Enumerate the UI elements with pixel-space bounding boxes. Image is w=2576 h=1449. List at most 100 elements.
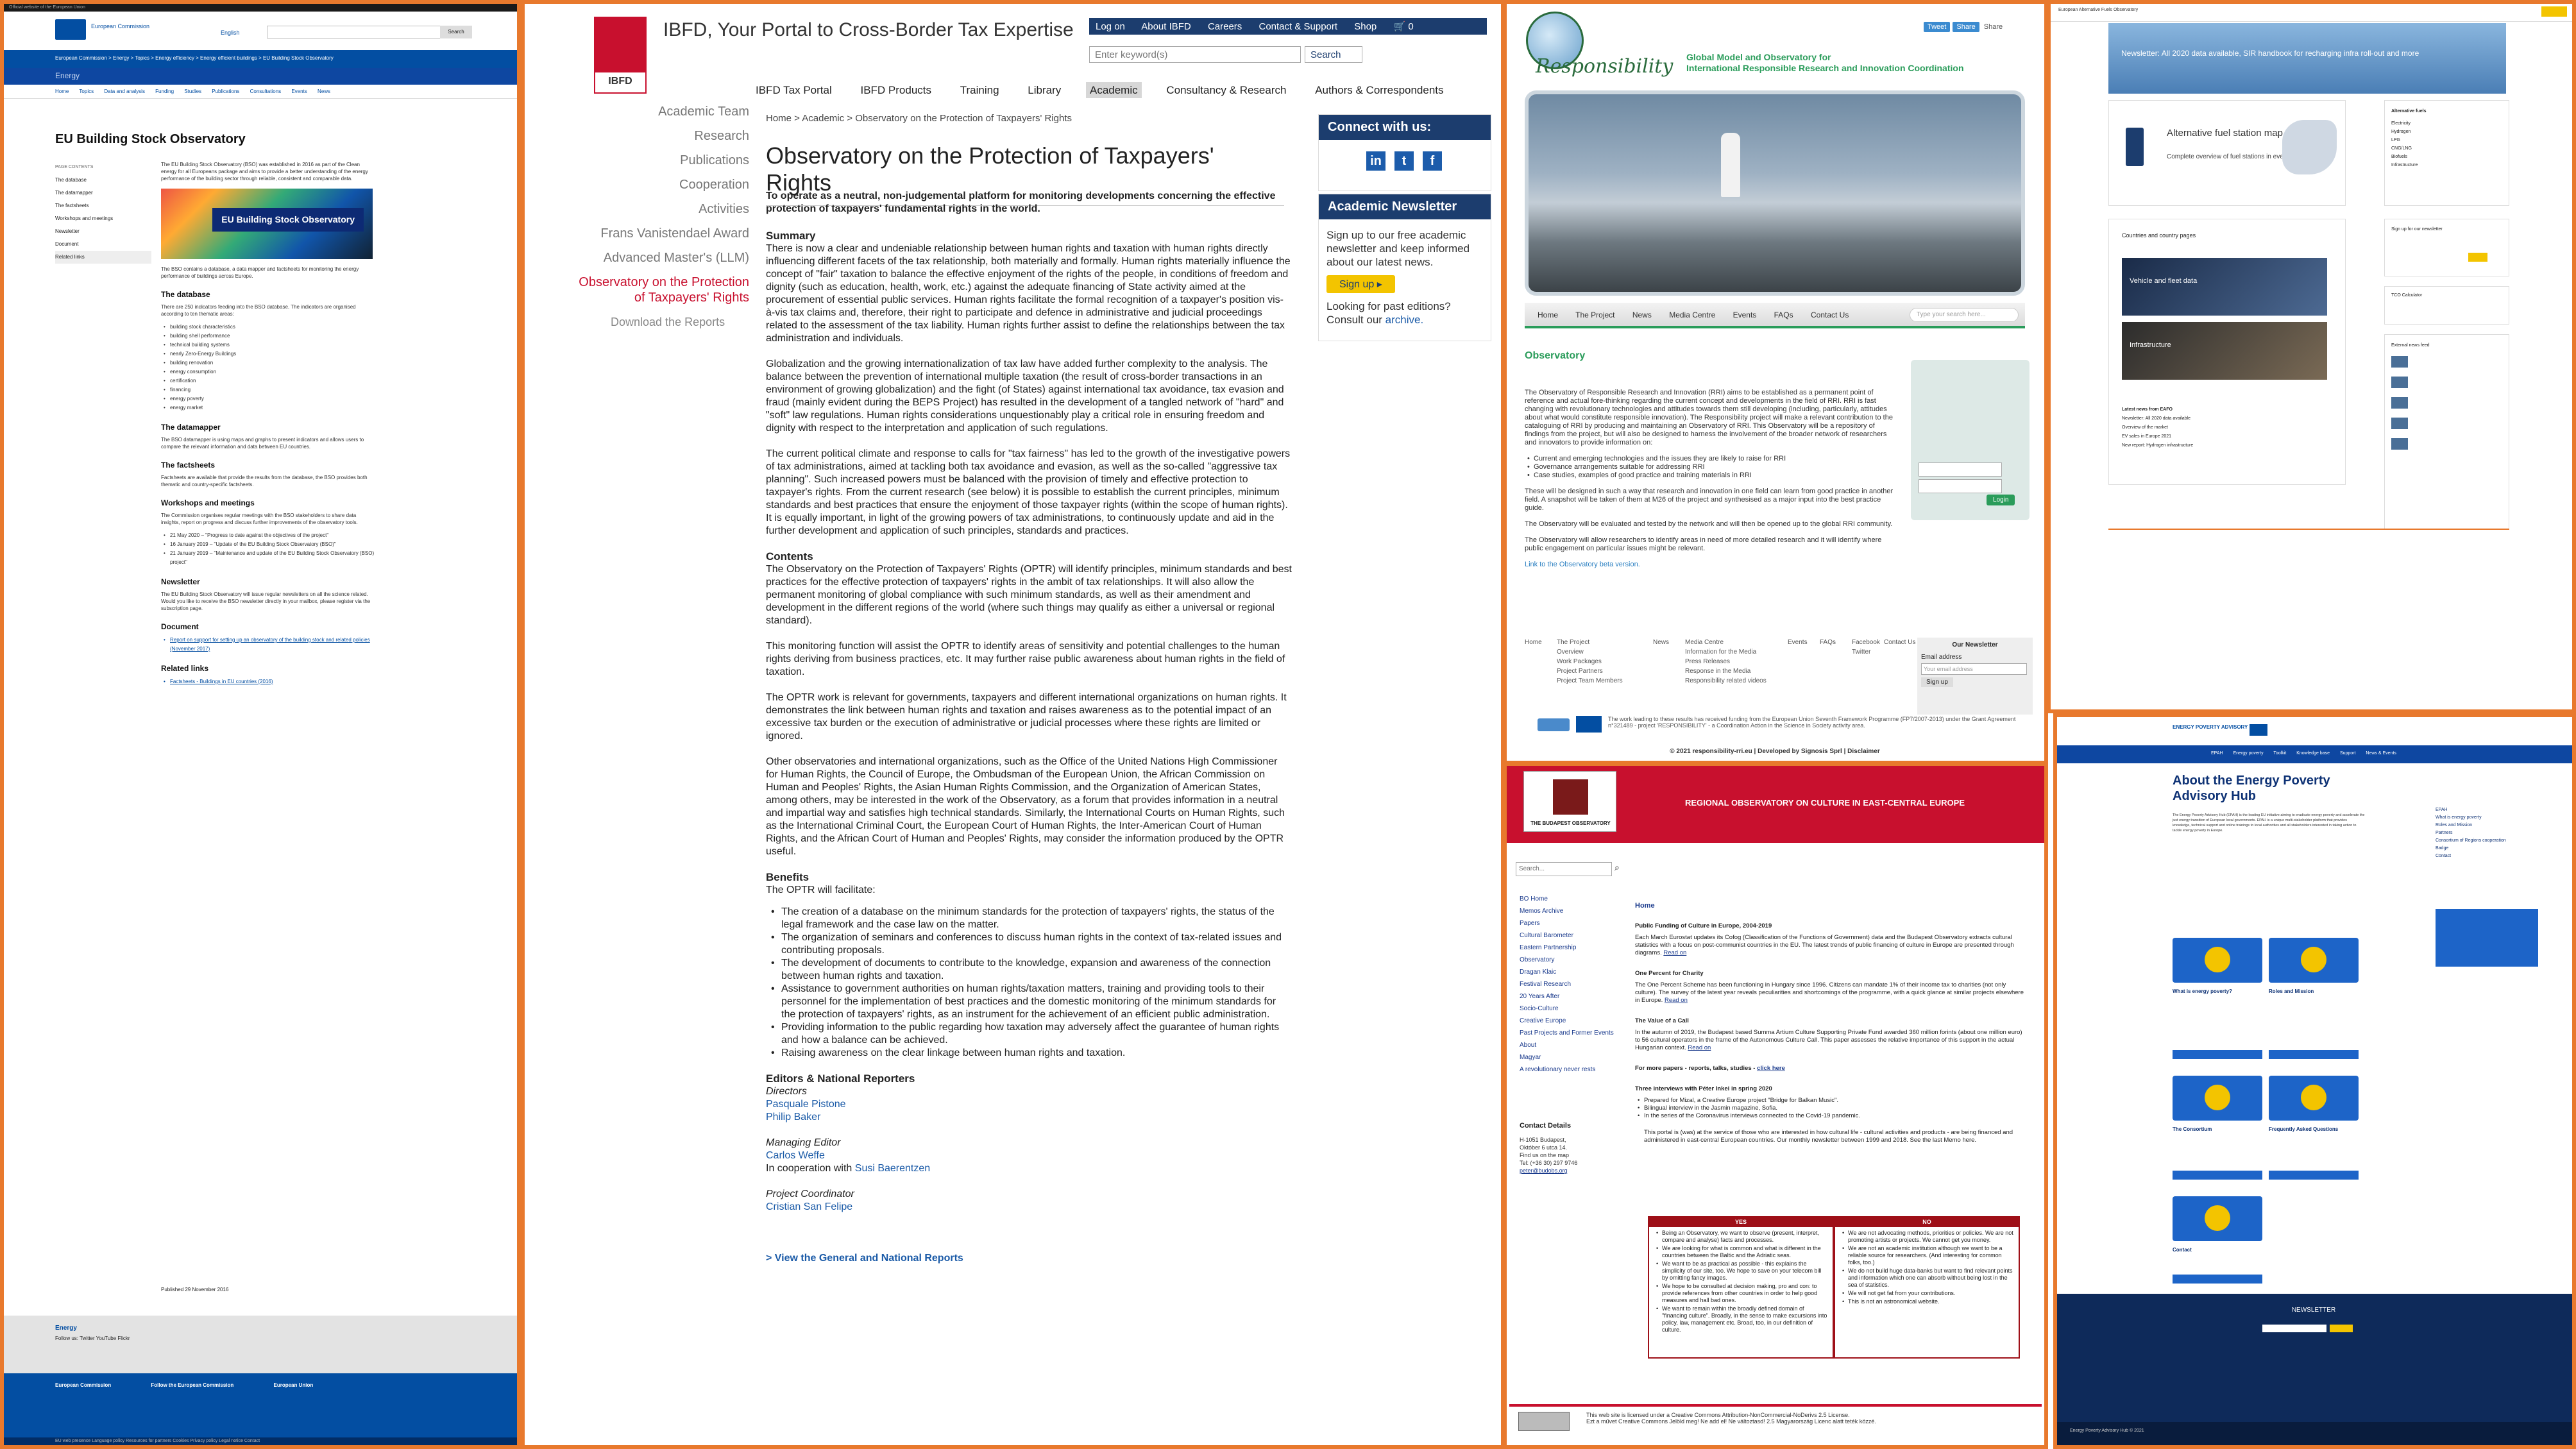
breadcrumb[interactable]: European Commission > Energy > Topics > …	[4, 50, 517, 68]
nav-item-active[interactable]: Academic	[1085, 82, 1142, 98]
tile-button[interactable]	[2173, 1171, 2262, 1180]
nav-item[interactable]: BO Home	[1520, 893, 1648, 905]
copyright[interactable]: © 2021 responsibility-rri.eu | Developed…	[1525, 748, 2025, 755]
menu-item[interactable]: Badge	[2436, 845, 2532, 852]
nav-item[interactable]: About	[1520, 1039, 1648, 1051]
footer-link[interactable]: Response in the Media	[1685, 666, 1767, 676]
nav-item[interactable]: Home	[1538, 310, 1558, 319]
nav-item[interactable]: Toolkit	[2273, 751, 2286, 756]
hero-news[interactable]: Newsletter: All 2020 data available, SIR…	[2121, 49, 2419, 58]
nav-item[interactable]: Consultations	[250, 89, 281, 94]
signup-button[interactable]: Sign up ▸	[1326, 275, 1395, 293]
footer-link[interactable]: Work Packages	[1557, 657, 1623, 666]
infrastructure-image[interactable]: Infrastructure	[2122, 322, 2327, 380]
nav-item[interactable]: Events	[291, 89, 307, 94]
nav-item[interactable]: Home	[55, 89, 69, 94]
nav-item[interactable]: 20 Years After	[1520, 990, 1648, 1003]
document-link[interactable]: Report on support for setting up an obse…	[161, 636, 376, 654]
nav-item[interactable]: Events	[1733, 310, 1757, 319]
click-here-link[interactable]: click here	[1757, 1065, 1785, 1072]
fuel-link[interactable]: Hydrogen	[2391, 128, 2502, 136]
nav-item[interactable]: News	[1632, 310, 1652, 319]
list-item[interactable]: 16 January 2019 – "Update of the EU Buil…	[161, 540, 376, 549]
footer-col[interactable]: European Commission	[55, 1382, 111, 1388]
read-on-link[interactable]: Read on	[1688, 1044, 1711, 1051]
toc-item[interactable]: Newsletter	[55, 225, 151, 238]
nav-item[interactable]: Memos Archive	[1520, 905, 1648, 917]
footer-col[interactable]: European Union	[274, 1382, 314, 1388]
news-item[interactable]: EV sales in Europe 2021	[2122, 432, 2193, 441]
fuel-link[interactable]: LPG	[2391, 136, 2502, 144]
footer-link[interactable]: Media Centre	[1685, 638, 1767, 647]
footer-link[interactable]: Facebook	[1852, 638, 1880, 647]
tile-faq[interactable]	[2269, 1076, 2359, 1121]
nav-item[interactable]: IBFD Products	[856, 82, 935, 98]
person-link[interactable]: Cristian San Felipe	[766, 1201, 1292, 1214]
person-link[interactable]: Philip Baker	[766, 1111, 1292, 1124]
fuel-link[interactable]: CNG/LNG	[2391, 144, 2502, 153]
login-button[interactable]: Login	[1987, 495, 2015, 505]
station-map-card[interactable]: Alternative fuel station map Complete ov…	[2108, 100, 2346, 206]
menu-item[interactable]: Partners	[2436, 829, 2532, 837]
map-link[interactable]: Find us on the map	[1520, 1151, 1622, 1159]
footer-link[interactable]: The Project	[1557, 638, 1623, 647]
nav-item[interactable]: Eastern Partnership	[1520, 942, 1648, 954]
toc-item[interactable]: Document	[55, 238, 151, 251]
sidebar-item[interactable]: Frans Vanistendael Award	[570, 226, 749, 241]
nav-item[interactable]: Training	[956, 82, 1003, 98]
menu-item[interactable]: Consortium of Regions cooperation	[2436, 837, 2532, 845]
footer-link[interactable]: Responsibility related videos	[1685, 676, 1767, 686]
nav-item[interactable]: Socio-Culture	[1520, 1003, 1648, 1015]
sidebar-item[interactable]: Academic Team	[570, 104, 749, 119]
nav-item[interactable]: A revolutionary never rests	[1520, 1063, 1648, 1076]
license-text-hu[interactable]: Ezt a művet Creative Commons Jelöld meg!…	[1586, 1418, 1965, 1425]
password-field[interactable]	[1919, 479, 2002, 493]
subscribe-button[interactable]	[2468, 253, 2487, 262]
nav-item[interactable]: IBFD Tax Portal	[752, 82, 836, 98]
toc-item[interactable]: The factsheets	[55, 199, 151, 212]
tweet-button[interactable]: Tweet	[1924, 22, 1951, 32]
tile-button[interactable]	[2173, 1275, 2262, 1284]
breadcrumb[interactable]: Home > Academic > Observatory on the Pro…	[766, 113, 1072, 124]
budapest-logo-icon[interactable]: THE BUDAPEST OBSERVATORY	[1523, 771, 1616, 832]
nav-item[interactable]: Past Projects and Former Events	[1520, 1027, 1648, 1039]
person-link[interactable]: Carlos Weffe	[766, 1149, 1292, 1162]
nav-item[interactable]: Publications	[212, 89, 239, 94]
footer-follow[interactable]: Follow us: Twitter YouTube Flickr	[55, 1335, 466, 1341]
footer-link[interactable]: Press Releases	[1685, 657, 1767, 666]
menu-item[interactable]: Roles and Mission	[2436, 822, 2532, 829]
list-item[interactable]: Prepared for Mizal, a Creative Europe pr…	[1635, 1097, 2026, 1105]
footer-link[interactable]: Project Partners	[1557, 666, 1623, 676]
related-link[interactable]: Factsheets - Buildings in EU countries (…	[161, 677, 376, 686]
careers-link[interactable]: Careers	[1208, 21, 1242, 32]
nav-item[interactable]: News	[318, 89, 330, 94]
sidebar-item-active[interactable]: Observatory on the Protection of Taxpaye…	[570, 275, 749, 305]
nav-item[interactable]: Papers	[1520, 917, 1648, 929]
facebook-icon[interactable]: f	[1423, 151, 1442, 171]
nav-item[interactable]: Energy poverty	[2233, 751, 2264, 756]
highlight-button[interactable]	[2541, 6, 2567, 17]
nav-item[interactable]: Dragan Klaic	[1520, 966, 1648, 978]
news-item[interactable]: Newsletter: All 2020 data available	[2122, 414, 2193, 423]
nav-item[interactable]: Topics	[79, 89, 94, 94]
ibfd-logo-icon[interactable]: IBFD	[594, 17, 647, 94]
signup-button[interactable]: Sign up	[1921, 677, 1953, 687]
footer-link[interactable]: Contact Us	[1884, 638, 1915, 647]
fuel-link[interactable]: Electricity	[2391, 119, 2502, 128]
tile-roles[interactable]	[2269, 938, 2359, 983]
search-button[interactable]: Search	[440, 26, 472, 38]
toc-item[interactable]: Related links	[55, 251, 151, 264]
card-heading[interactable]: Countries and country pages	[2109, 219, 2345, 251]
cart-icon[interactable]: 🛒 0	[1393, 21, 1427, 32]
toc-item[interactable]: The datamapper	[55, 187, 151, 199]
read-on-link[interactable]: Read on	[1663, 949, 1686, 956]
ec-logo-icon[interactable]	[55, 19, 86, 40]
about-link[interactable]: About IBFD	[1141, 21, 1191, 32]
email-link[interactable]: peter@budobs.org	[1520, 1167, 1622, 1174]
nav-item[interactable]: Funding	[155, 89, 174, 94]
menu-item[interactable]: Contact	[2436, 852, 2532, 860]
email-field[interactable]: Your email address	[1921, 663, 2027, 675]
read-on-link[interactable]: Read on	[1665, 997, 1688, 1004]
sidebar-subitem[interactable]: Download the Reports	[570, 314, 749, 330]
license-text[interactable]: This web site is licensed under a Creati…	[1586, 1412, 1965, 1418]
